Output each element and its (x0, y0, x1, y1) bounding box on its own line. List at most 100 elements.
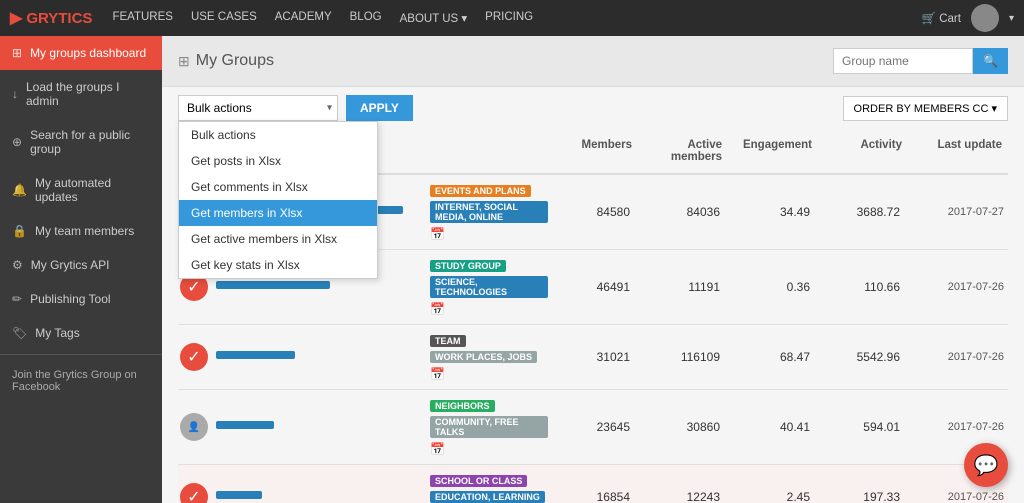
row-2-active-members: 11191 (638, 280, 728, 294)
nav-features[interactable]: FEATURES (112, 11, 173, 25)
tag-events-and-plans[interactable]: EVENTS AND PLANS (430, 185, 531, 197)
tag-education[interactable]: EDUCATION, LEARNING (430, 491, 545, 503)
dropdown-item-bulk-actions[interactable]: Bulk actions (179, 122, 377, 148)
sidebar-item-my-groups-dashboard[interactable]: ⊞ My groups dashboard (0, 36, 162, 70)
row-2-last-update: 2017-07-26 (908, 281, 1008, 293)
row-4-active-members: 30860 (638, 420, 728, 434)
row-2-members: 46491 (548, 280, 638, 294)
dropdown-item-get-key-stats[interactable]: Get key stats in Xlsx (179, 252, 377, 278)
row-3-activity: 5542.96 (818, 350, 908, 364)
dropdown-item-get-active-members[interactable]: Get active members in Xlsx (179, 226, 377, 252)
row-4-checkbox[interactable]: 👤 (178, 413, 210, 441)
row-1-tags: EVENTS AND PLANS INTERNET, SOCIAL MEDIA,… (430, 185, 548, 241)
top-navigation: ▶ GRYTICS FEATURES USE CASES ACADEMY BLO… (0, 0, 1024, 36)
content-header: ⊞ My Groups 🔍 (162, 36, 1024, 87)
row-5-active-members: 12243 (638, 490, 728, 503)
sidebar-label-publishing-tool: Publishing Tool (30, 292, 111, 306)
row-3-engagement: 68.47 (728, 350, 818, 364)
sidebar-item-my-tags[interactable]: 🏷 My Tags (0, 316, 162, 350)
row-1-engagement: 34.49 (728, 205, 818, 219)
row-1-members: 84580 (548, 205, 638, 219)
row-4-last-update: 2017-07-26 (908, 421, 1008, 433)
user-dropdown-arrow[interactable]: ▾ (1009, 13, 1014, 24)
row-5-tags: SCHOOL OR CLASS EDUCATION, LEARNING 📅 | … (430, 475, 548, 503)
row-4-name (210, 421, 430, 433)
fab-chat-button[interactable]: 💬 (964, 443, 1008, 487)
nav-links: FEATURES USE CASES ACADEMY BLOG ABOUT US… (112, 11, 921, 25)
th-last-update: Last update (908, 135, 1008, 167)
tags-icon: 🏷 (12, 326, 27, 340)
row-5-name (210, 491, 430, 503)
tag-community[interactable]: COMMUNITY, FREE TALKS (430, 416, 548, 438)
nav-pricing[interactable]: PRICING (485, 11, 533, 25)
nav-academy[interactable]: ACADEMY (275, 11, 332, 25)
tag-science[interactable]: SCIENCE, TECHNOLOGIES (430, 276, 548, 298)
sidebar-divider (0, 354, 162, 355)
row-4-engagement: 40.41 (728, 420, 818, 434)
th-activity: Activity (818, 135, 908, 167)
sidebar-join-facebook[interactable]: Join the Grytics Group on Facebook (0, 359, 162, 403)
sidebar-item-automated-updates[interactable]: 🔔 My automated updates (0, 166, 162, 214)
page-title: ⊞ My Groups (178, 52, 274, 70)
search-button[interactable]: 🔍 (973, 48, 1008, 74)
row-5-activity: 197.33 (818, 490, 908, 503)
tag-team[interactable]: TEAM (430, 335, 466, 347)
dropdown-item-get-posts[interactable]: Get posts in Xlsx (179, 148, 377, 174)
th-engagement: Engagement (728, 135, 818, 167)
load-icon: ↓ (12, 87, 18, 101)
row-5-checkbox[interactable]: ✓ (178, 483, 210, 503)
cart-link[interactable]: 🛒 Cart (922, 11, 961, 25)
nav-blog[interactable]: BLOG (350, 11, 382, 25)
calendar-icon-2[interactable]: 📅 (430, 302, 445, 316)
sidebar-item-grytics-api[interactable]: ⚙ My Grytics API (0, 248, 162, 282)
row-5-last-update: 2017-07-26 (908, 491, 1008, 503)
calendar-icon-1[interactable]: 📅 (430, 227, 445, 241)
nav-use-cases[interactable]: USE CASES (191, 11, 257, 25)
table-row: ✓ SCHOOL OR CLASS EDUCATION, LEARNING 📅 … (178, 465, 1008, 503)
row-4-tags: NEIGHBORS COMMUNITY, FREE TALKS 📅 (430, 400, 548, 456)
calendar-icon-3[interactable]: 📅 (430, 367, 445, 381)
row-1-active-members: 84036 (638, 205, 728, 219)
sidebar-label-search-public: Search for a public group (30, 128, 150, 156)
tag-study-group[interactable]: STUDY GROUP (430, 260, 506, 272)
row-2-bar (216, 281, 330, 289)
tag-school[interactable]: SCHOOL OR CLASS (430, 475, 527, 487)
dropdown-item-get-members[interactable]: Get members in Xlsx (179, 200, 377, 226)
nav-about-us[interactable]: ABOUT US ▾ (400, 11, 468, 25)
row-4: 👤 NEIGHBORS COMMUNITY, FREE TALKS 📅 2364… (178, 398, 1008, 456)
avatar[interactable] (971, 4, 999, 32)
calendar-icon-4[interactable]: 📅 (430, 442, 445, 456)
row-4-check-circle[interactable]: 👤 (180, 413, 208, 441)
row-5-bar (216, 491, 262, 499)
bulk-actions-wrapper: Bulk actionsGet posts in XlsxGet comment… (178, 95, 338, 121)
tag-work-places[interactable]: WORK PLACES, JOBS (430, 351, 537, 363)
row-2-tags: STUDY GROUP SCIENCE, TECHNOLOGIES 📅 (430, 260, 548, 316)
dropdown-item-get-comments[interactable]: Get comments in Xlsx (179, 174, 377, 200)
sidebar-item-search-public[interactable]: ⊕ Search for a public group (0, 118, 162, 166)
tag-neighbors[interactable]: NEIGHBORS (430, 400, 495, 412)
row-3-checkbox[interactable]: ✓ (178, 343, 210, 371)
logo-icon: ▶ (10, 8, 22, 28)
sidebar-item-load-groups[interactable]: ↓ Load the groups I admin (0, 70, 162, 118)
sidebar-label-grytics-api: My Grytics API (31, 258, 110, 272)
search-box: 🔍 (833, 48, 1008, 74)
row-3-members: 31021 (548, 350, 638, 364)
logo[interactable]: ▶ GRYTICS (10, 8, 92, 28)
bell-icon: 🔔 (12, 183, 27, 197)
bulk-actions-dropdown: Bulk actions Get posts in Xlsx Get comme… (178, 121, 378, 279)
tag-internet-social[interactable]: INTERNET, SOCIAL MEDIA, ONLINE (430, 201, 548, 223)
search-input[interactable] (833, 48, 973, 74)
main-content: ⊞ My Groups 🔍 Bulk actionsGet posts in X… (162, 36, 1024, 503)
row-5-members: 16854 (548, 490, 638, 503)
order-by-button[interactable]: ORDER BY MEMBERS CC ▾ (843, 96, 1008, 121)
sidebar-item-team-members[interactable]: 🔒 My team members (0, 214, 162, 248)
topnav-right: 🛒 Cart ▾ (922, 4, 1014, 32)
sidebar-item-publishing-tool[interactable]: ✏ Publishing Tool (0, 282, 162, 316)
toolbar: Bulk actionsGet posts in XlsxGet comment… (162, 87, 1024, 129)
row-3-check-circle[interactable]: ✓ (180, 343, 208, 371)
apply-button[interactable]: APPLY (346, 95, 413, 121)
bulk-actions-select[interactable]: Bulk actionsGet posts in XlsxGet comment… (178, 95, 338, 121)
sidebar-label-automated-updates: My automated updates (35, 176, 150, 204)
row-5-check-circle[interactable]: ✓ (180, 483, 208, 503)
row-2-engagement: 0.36 (728, 280, 818, 294)
